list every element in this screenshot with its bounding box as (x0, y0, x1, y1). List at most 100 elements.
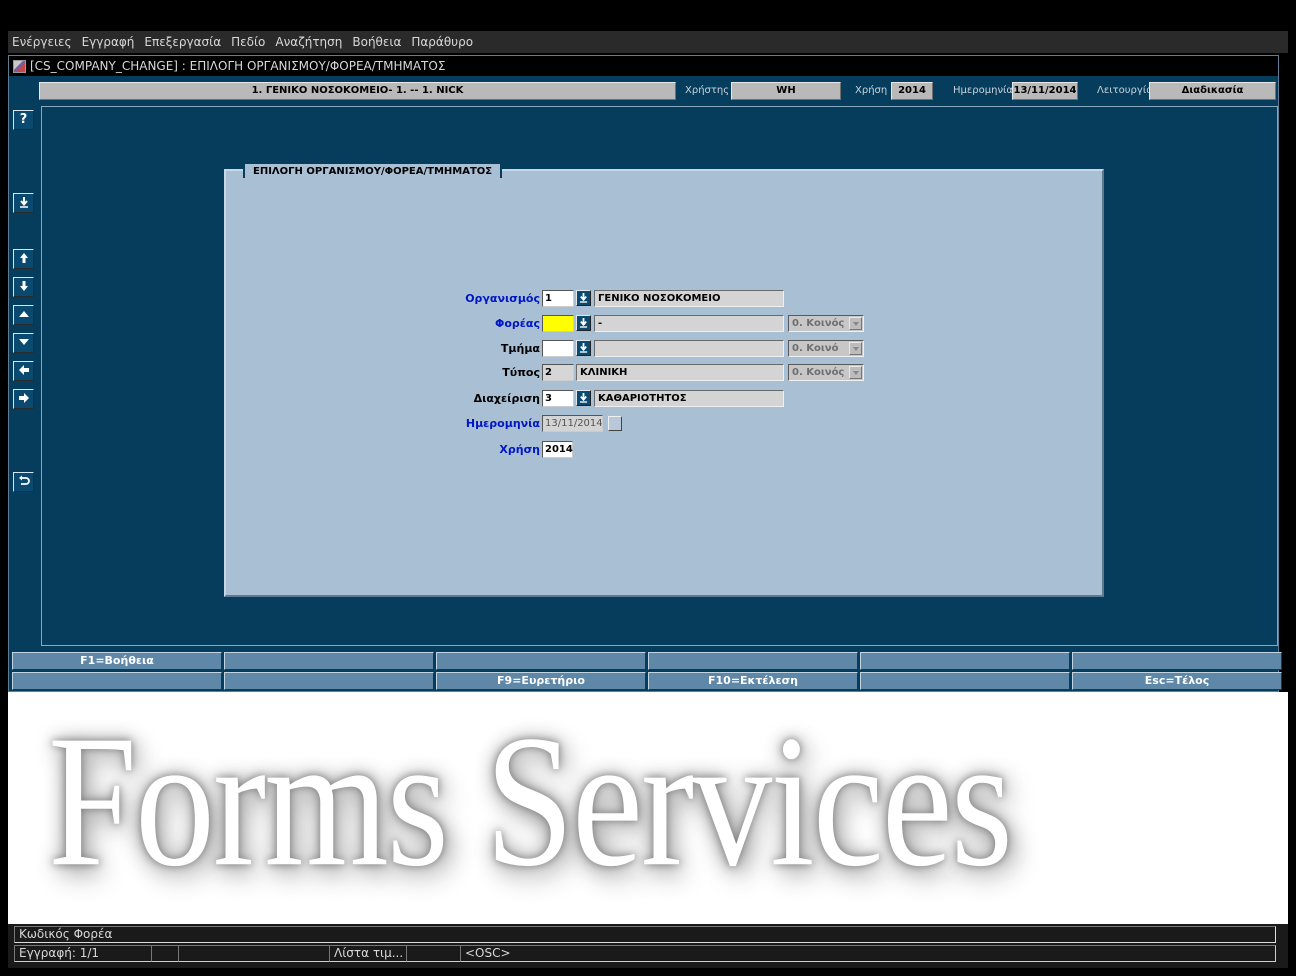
organismos-code-field[interactable]: 1 (542, 290, 574, 307)
screen: Ενέργειες Εγγραφή Επεξεργασία Πεδίο Αναζ… (0, 0, 1296, 976)
menu-edit[interactable]: Επεξεργασία (144, 35, 221, 49)
organismos-desc-field: ΓΕΝΙΚΟ ΝΟΣΟΚΟΜΕΙΟ (594, 290, 784, 307)
status-osc: <OSC> (460, 945, 1276, 962)
fkey-index[interactable]: F9=Ευρετήριο (436, 672, 646, 690)
dropdown-arrow-icon[interactable] (849, 317, 862, 330)
header-date: 13/11/2014 (1012, 82, 1078, 100)
status-message: Κωδικός Φορέα (14, 926, 1276, 943)
help-button[interactable]: ? (13, 110, 34, 130)
organismos-lov-button[interactable] (576, 290, 591, 306)
background-area: Forms Services (8, 692, 1288, 924)
fkey-empty-7[interactable] (224, 672, 434, 690)
imerominia-field[interactable]: 13/11/2014 (542, 415, 603, 432)
fkey-empty-5[interactable] (1072, 652, 1282, 670)
status-record: Εγγραφή: 1/1 (14, 945, 152, 962)
download-arrow-icon (579, 393, 588, 403)
fkey-help[interactable]: F1=Βοήθεια (12, 652, 222, 670)
typos-code-field: 2 (542, 364, 574, 381)
diaxeirisi-lov-button[interactable] (576, 390, 591, 406)
fkey-empty-8[interactable] (860, 672, 1070, 690)
tmima-lov-button[interactable] (576, 340, 591, 356)
forms-services-watermark: Forms Services (48, 695, 1013, 906)
fkey-execute[interactable]: F10=Εκτέλεση (648, 672, 858, 690)
header-function-label: Λειτουργία (1097, 85, 1153, 96)
tmima-type-value: 0. Κοινό (792, 343, 839, 354)
dropdown-arrow-icon[interactable] (849, 366, 862, 379)
arrow-right-icon (18, 393, 29, 403)
menu-help[interactable]: Βοήθεια (352, 35, 401, 49)
fkey-empty-3[interactable] (648, 652, 858, 670)
calendar-icon[interactable] (608, 416, 622, 431)
header-function: Διαδικασία (1149, 82, 1276, 100)
prev-block-button[interactable] (13, 305, 34, 325)
download-arrow-icon (579, 293, 588, 303)
window-icon (13, 59, 26, 73)
next-record-button[interactable] (13, 389, 34, 409)
diaxeirisi-label: Διαχείριση (473, 392, 540, 405)
menu-bar: Ενέργειες Εγγραφή Επεξεργασία Πεδίο Αναζ… (8, 31, 1288, 53)
tmima-type-select[interactable]: 0. Κοινό (788, 340, 864, 357)
form-window: [CS_COMPANY_CHANGE] : ΕΠΙΛΟΓΗ ΟΡΓΑΝΙΣΜΟΥ… (8, 55, 1282, 692)
foreas-label: Φορέας (495, 317, 540, 330)
foreas-code-field[interactable] (542, 315, 574, 332)
status-bar: Κωδικός Φορέα Εγγραφή: 1/1 Λίστα τιμ... … (8, 924, 1288, 968)
header-organization: 1. ΓΕΝΙΚΟ ΝΟΣΟΚΟΜΕΙΟ- 1. -- 1. NICK (39, 82, 676, 100)
exit-button[interactable] (13, 472, 34, 492)
fkey-exit[interactable]: Esc=Τέλος (1072, 672, 1282, 690)
window-title: [CS_COMPANY_CHANGE] : ΕΠΙΛΟΓΗ ΟΡΓΑΝΙΣΜΟΥ… (30, 59, 446, 73)
last-record-button[interactable] (13, 277, 34, 297)
download-arrow-icon (579, 343, 588, 353)
triangle-up-icon (18, 311, 29, 317)
typos-type-value: 0. Κοινός (792, 367, 845, 378)
typos-type-select[interactable]: 0. Κοινός (788, 364, 864, 381)
fkey-empty-4[interactable] (860, 652, 1070, 670)
status-cell-empty-3 (406, 945, 461, 962)
window-titlebar[interactable]: [CS_COMPANY_CHANGE] : ΕΠΙΛΟΓΗ ΟΡΓΑΝΙΣΜΟΥ… (9, 56, 1278, 76)
status-cell-empty-1 (151, 945, 179, 962)
typos-label: Τύπος (502, 366, 540, 379)
header-user: WH (731, 82, 841, 100)
dropdown-arrow-icon[interactable] (849, 342, 862, 355)
fkey-empty-6[interactable] (12, 672, 222, 690)
menu-field[interactable]: Πεδίο (231, 35, 265, 49)
foreas-desc-field: - (594, 315, 784, 332)
header-date-label: Ημερομηνία (953, 85, 1014, 96)
diaxeirisi-code-field[interactable]: 3 (542, 390, 574, 407)
fkey-empty-2[interactable] (436, 652, 646, 670)
xrisi-field[interactable]: 2014 (542, 441, 573, 458)
menu-search[interactable]: Αναζήτηση (275, 35, 342, 49)
prev-record-button[interactable] (13, 361, 34, 381)
xrisi-label: Χρήση (499, 443, 540, 456)
menu-record[interactable]: Εγγραφή (82, 35, 135, 49)
header-year: 2014 (891, 82, 933, 100)
foreas-type-select[interactable]: 0. Κοινός (788, 315, 864, 332)
fkey-empty-1[interactable] (224, 652, 434, 670)
diaxeirisi-desc-field: ΚΑΘΑΡΙΟΤΗΤΟΣ (594, 390, 784, 407)
next-block-button[interactable] (13, 333, 34, 353)
download-arrow-icon (19, 197, 28, 208)
typos-desc-field: ΚΛΙΝΙΚΗ (576, 364, 784, 381)
organismos-label: Οργανισμός (465, 292, 540, 305)
tmima-label: Τμήμα (500, 342, 540, 355)
status-list: Λίστα τιμ... (329, 945, 407, 962)
download-arrow-icon (579, 318, 588, 328)
undo-icon (18, 475, 30, 485)
arrow-left-icon (18, 365, 29, 375)
foreas-lov-button[interactable] (576, 315, 591, 331)
header-user-label: Χρήστης (685, 85, 730, 96)
content-frame: ΕΠΙΛΟΓΗ ΟΡΓΑΝΙΣΜΟΥ/ΦΟΡΕΑ/ΤΜΗΜΑΤΟΣ Οργανι… (41, 106, 1278, 646)
triangle-down-icon (18, 339, 29, 345)
first-record-button[interactable] (13, 249, 34, 269)
arrow-down-icon (19, 281, 28, 291)
tmima-desc-field (594, 340, 784, 357)
status-cell-empty-2 (178, 945, 330, 962)
arrow-up-icon (19, 253, 28, 263)
tmima-code-field[interactable] (542, 340, 574, 357)
panel-title: ΕΠΙΛΟΓΗ ΟΡΓΑΝΙΣΜΟΥ/ΦΟΡΕΑ/ΤΜΗΜΑΤΟΣ (243, 162, 503, 178)
foreas-type-value: 0. Κοινός (792, 318, 845, 329)
imerominia-label: Ημερομηνία (465, 417, 540, 430)
menu-window[interactable]: Παράθυρο (411, 35, 473, 49)
menu-actions[interactable]: Ενέργειες (12, 35, 72, 49)
lov-toolbar-button[interactable] (13, 193, 34, 213)
selection-panel: ΕΠΙΛΟΓΗ ΟΡΓΑΝΙΣΜΟΥ/ΦΟΡΕΑ/ΤΜΗΜΑΤΟΣ Οργανι… (224, 162, 1104, 597)
